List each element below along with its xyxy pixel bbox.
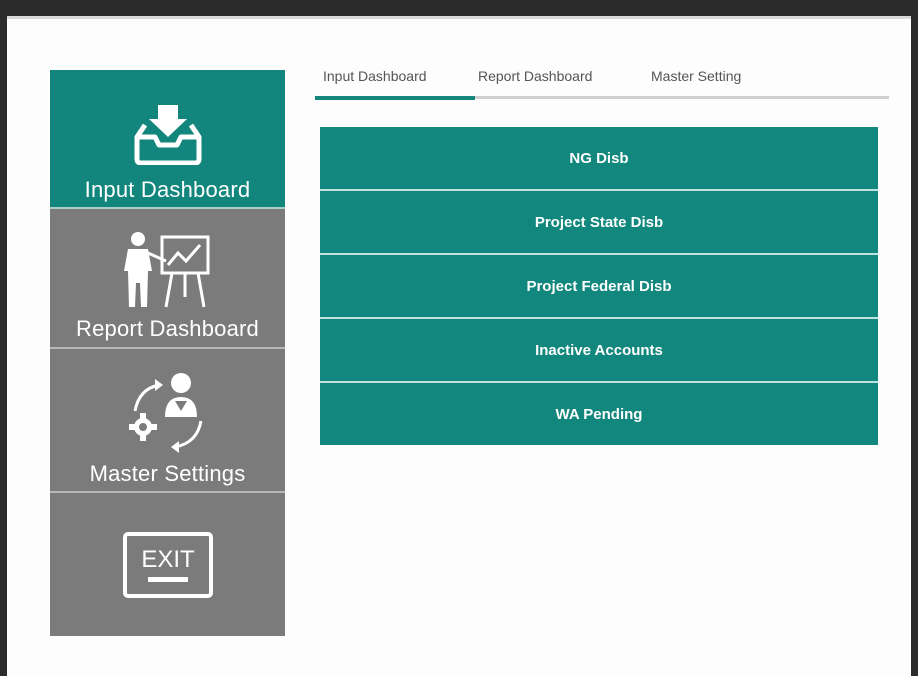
exit-icon: EXIT	[122, 531, 214, 604]
input-dashboard-panel: NG Disb Project State Disb Project Feder…	[320, 127, 878, 445]
sidebar: Input Dashboard Report Dashboard Master …	[50, 70, 285, 636]
window-top-strip	[7, 16, 911, 19]
tab-bar: Input Dashboard Report Dashboard Master …	[315, 66, 889, 102]
presentation-icon	[122, 231, 214, 314]
sidebar-item-exit[interactable]: EXIT	[50, 493, 285, 636]
tab-report-dashboard[interactable]: Report Dashboard	[478, 68, 592, 84]
sidebar-item-label: Input Dashboard	[84, 177, 251, 202]
sidebar-item-master-settings[interactable]: Master Settings	[50, 349, 285, 493]
sidebar-item-report-dashboard[interactable]: Report Dashboard	[50, 209, 285, 349]
inactive-accounts-button[interactable]: Inactive Accounts	[320, 317, 878, 381]
wa-pending-button[interactable]: WA Pending	[320, 381, 878, 445]
project-state-disb-button[interactable]: Project State Disb	[320, 189, 878, 253]
ng-disb-button[interactable]: NG Disb	[320, 127, 878, 189]
app-window: Input Dashboard Report Dashboard Master …	[7, 16, 911, 676]
sidebar-item-input-dashboard[interactable]: Input Dashboard	[50, 70, 285, 209]
user-settings-icon	[125, 371, 211, 458]
tab-input-dashboard[interactable]: Input Dashboard	[323, 68, 427, 84]
tab-active-indicator	[315, 96, 475, 100]
exit-label: EXIT	[141, 546, 195, 573]
project-federal-disb-button[interactable]: Project Federal Disb	[320, 253, 878, 317]
tab-master-setting[interactable]: Master Setting	[651, 68, 741, 84]
sidebar-item-label: Report Dashboard	[76, 316, 259, 341]
sidebar-item-label: Master Settings	[89, 461, 246, 486]
inbox-download-icon	[133, 103, 203, 170]
